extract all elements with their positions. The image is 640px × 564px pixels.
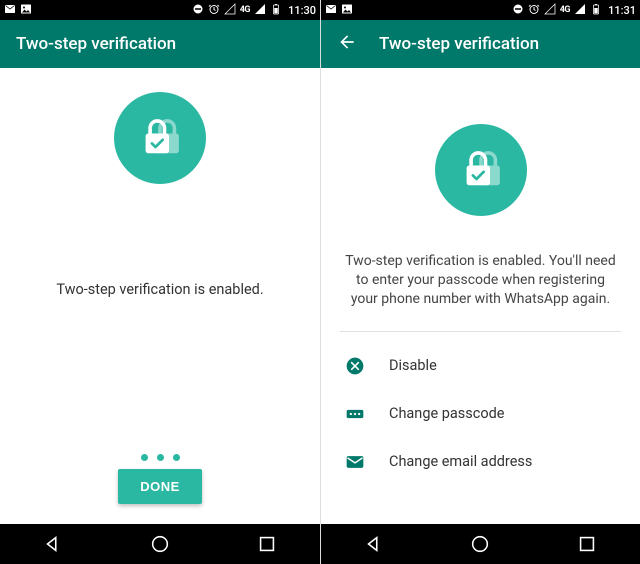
dnd-icon (192, 3, 204, 18)
status-text: Two-step verification is enabled. (32, 280, 287, 300)
disable-option[interactable]: Disable (321, 342, 640, 390)
content-area: Two-step verification is enabled. You'll… (321, 68, 640, 524)
dot-3 (173, 454, 180, 461)
signal-icon (574, 3, 586, 18)
change-email-option[interactable]: Change email address (321, 438, 640, 486)
status-text: Two-step verification is enabled. You'll… (321, 252, 640, 309)
network-type-label: 4G (560, 5, 570, 15)
gmail-icon (325, 3, 337, 18)
network-type-label: 4G (240, 5, 250, 15)
page-title: Two-step verification (379, 34, 539, 54)
option-label: Disable (389, 357, 437, 374)
content-area: Two-step verification is enabled. DONE (0, 68, 320, 524)
page-title: Two-step verification (16, 34, 176, 54)
option-list: Disable Change passcode Change email add… (321, 342, 640, 486)
recent-nav-button[interactable] (576, 533, 598, 555)
app-bar: Two-step verification (321, 20, 640, 68)
option-label: Change passcode (389, 405, 504, 422)
alarm-icon (208, 3, 220, 18)
app-bar: Two-step verification (0, 20, 320, 68)
dot-2 (157, 454, 164, 461)
back-nav-button[interactable] (363, 533, 385, 555)
screen-settings: 4G 11:31 Two-step verification (320, 0, 640, 564)
close-circle-icon (345, 356, 365, 376)
image-icon (20, 3, 32, 18)
nav-bar (321, 524, 640, 564)
clock-label: 11:30 (288, 4, 316, 17)
home-nav-button[interactable] (149, 533, 171, 555)
gmail-icon (4, 3, 16, 18)
status-bar: 4G 11:30 (0, 0, 320, 20)
signal-icon (254, 3, 266, 18)
alarm-icon (528, 3, 540, 18)
page-indicator (141, 454, 180, 461)
passcode-icon (345, 404, 365, 424)
battery-icon (270, 3, 282, 18)
signal-empty-icon (544, 3, 556, 18)
option-label: Change email address (389, 453, 532, 470)
recent-nav-button[interactable] (256, 533, 278, 555)
clock-label: 11:31 (608, 4, 636, 17)
done-button[interactable]: DONE (118, 469, 202, 504)
lock-hero-icon (435, 124, 527, 216)
image-icon (341, 3, 353, 18)
screen-confirmation: 4G 11:30 Two-step verification (0, 0, 320, 564)
home-nav-button[interactable] (469, 533, 491, 555)
nav-bar (0, 524, 320, 564)
battery-icon (590, 3, 602, 18)
dot-1 (141, 454, 148, 461)
divider (340, 331, 621, 332)
dnd-icon (512, 3, 524, 18)
status-bar: 4G 11:31 (321, 0, 640, 20)
back-nav-button[interactable] (42, 533, 64, 555)
signal-empty-icon (224, 3, 236, 18)
email-icon (345, 452, 365, 472)
lock-hero-icon (114, 92, 206, 184)
change-passcode-option[interactable]: Change passcode (321, 390, 640, 438)
back-button[interactable] (337, 32, 357, 56)
